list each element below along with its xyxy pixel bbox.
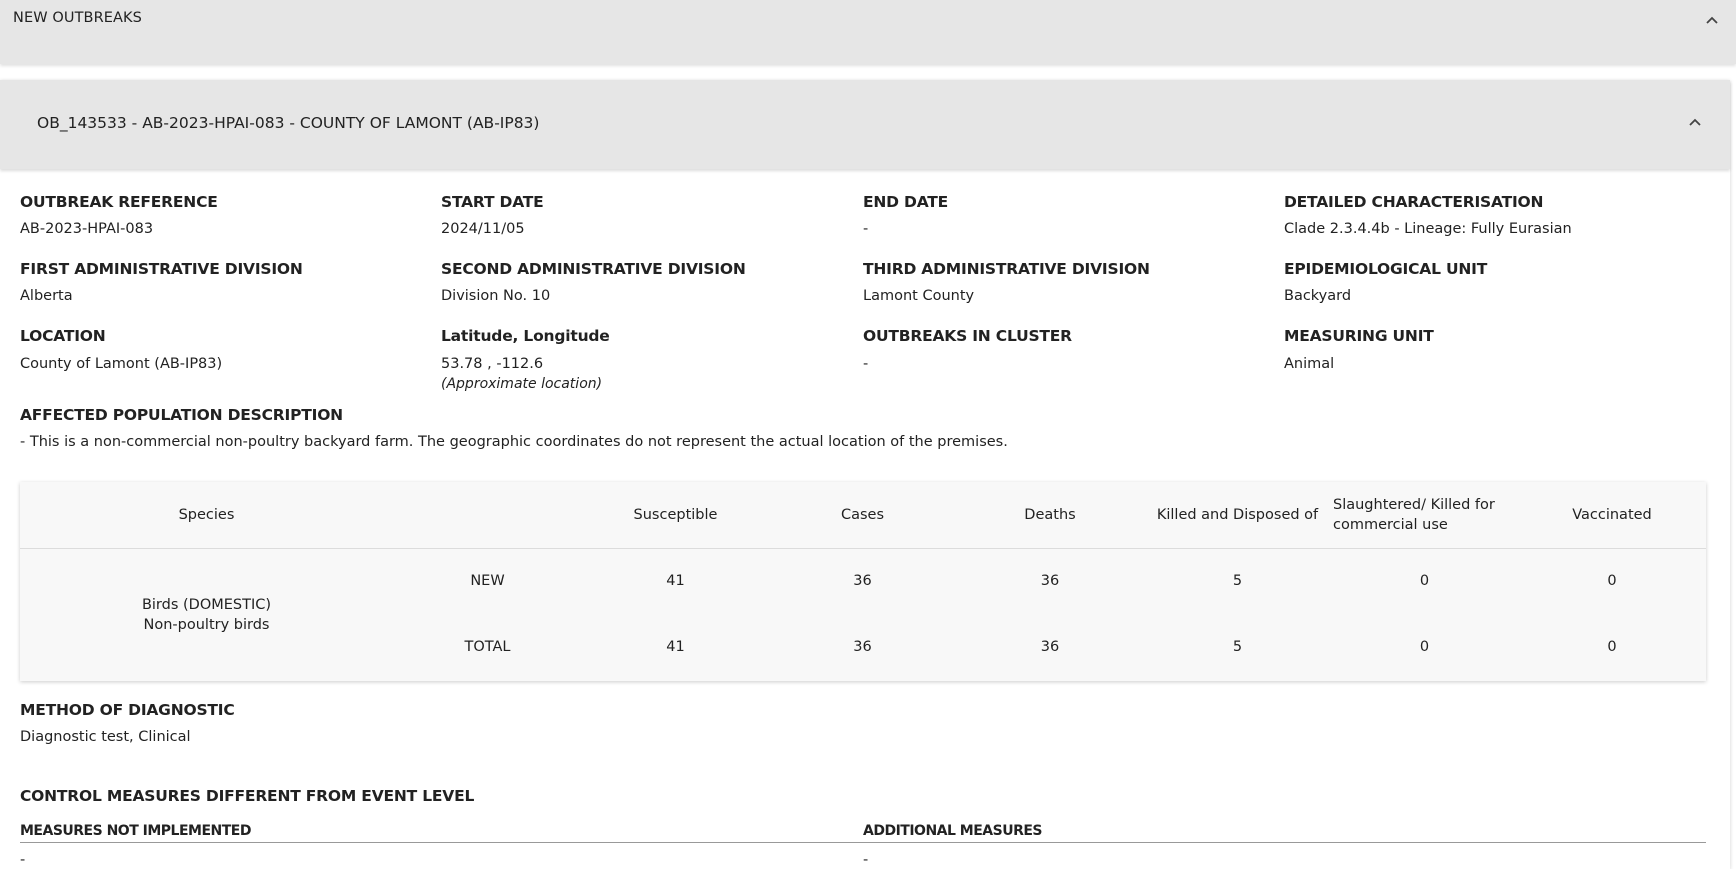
- th-killed: Killed and Disposed of: [1156, 507, 1319, 523]
- affected-population-value: - This is a non-commercial non-poultry b…: [20, 434, 1008, 450]
- end-date-label: END DATE: [863, 193, 949, 211]
- control-measures-divider: [20, 842, 1706, 843]
- epidemiological-unit-value: Backyard: [1284, 288, 1352, 304]
- third-admin-division-label: THIRD ADMINISTRATIVE DIVISION: [863, 260, 1150, 278]
- outbreaks-in-cluster-value: -: [863, 356, 869, 372]
- method-of-diagnostic-label: METHOD OF DIAGNOSTIC: [20, 701, 235, 719]
- first-admin-division-value: Alberta: [20, 288, 73, 304]
- chevron-up-icon[interactable]: [1684, 111, 1706, 133]
- cell-susceptible: 41: [666, 573, 685, 589]
- first-admin-division-label: FIRST ADMINISTRATIVE DIVISION: [20, 260, 303, 278]
- affected-population-label: AFFECTED POPULATION DESCRIPTION: [20, 406, 343, 424]
- cell-killed: 5: [1232, 639, 1243, 655]
- th-species: Species: [178, 507, 235, 523]
- start-date-value: 2024/11/05: [441, 221, 525, 237]
- cell-susceptible: 41: [666, 639, 685, 655]
- cell-slaughtered: 0: [1419, 639, 1430, 655]
- measuring-unit-label: MEASURING UNIT: [1284, 327, 1434, 345]
- start-date-label: START DATE: [441, 193, 544, 211]
- cell-slaughtered: 0: [1419, 573, 1430, 589]
- th-deaths: Deaths: [1024, 507, 1076, 523]
- outbreaks-in-cluster-label: OUTBREAKS IN CLUSTER: [863, 327, 1072, 345]
- approximate-location-note: (Approximate location): [441, 376, 603, 392]
- control-measures-label: CONTROL MEASURES DIFFERENT FROM EVENT LE…: [20, 787, 475, 805]
- th-slaughtered: Slaughtered/ Killed for commercial use: [1333, 497, 1495, 533]
- row-type: TOTAL: [464, 639, 511, 655]
- cell-deaths: 36: [1040, 573, 1060, 589]
- outbreak-reference-label: OUTBREAK REFERENCE: [20, 193, 218, 211]
- outbreak-panel-header[interactable]: OB_143533 - AB-2023-HPAI-083 - COUNTY OF…: [0, 80, 1730, 169]
- detailed-characterisation-value: Clade 2.3.4.4b - Lineage: Fully Eurasian: [1284, 221, 1572, 237]
- species-table: Species Susceptible Cases Deaths Killed …: [20, 482, 1706, 681]
- second-admin-division-value: Division No. 10: [441, 288, 551, 304]
- chevron-up-icon[interactable]: [1702, 10, 1722, 30]
- species-line-1: Birds (DOMESTIC): [141, 597, 272, 613]
- additional-measures-value: -: [863, 852, 869, 868]
- outbreak-reference-value: AB-2023-HPAI-083: [20, 221, 154, 237]
- new-outbreaks-header[interactable]: NEW OUTBREAKS: [0, 0, 1736, 64]
- end-date-value: -: [863, 221, 869, 237]
- lat-long-value: 53.78 , -112.6: [441, 356, 544, 372]
- species-cell: Birds (DOMESTIC) Non-poultry birds: [20, 595, 393, 635]
- lat-long-label: Latitude, Longitude: [441, 327, 610, 345]
- cell-killed: 5: [1232, 573, 1243, 589]
- table-header-divider: [20, 548, 1706, 549]
- cell-vaccinated: 0: [1607, 639, 1617, 655]
- cell-cases: 36: [853, 573, 872, 589]
- epidemiological-unit-label: EPIDEMIOLOGICAL UNIT: [1284, 260, 1488, 278]
- additional-measures-label: ADDITIONAL MEASURES: [863, 823, 1043, 839]
- outbreak-title: OB_143533 - AB-2023-HPAI-083 - COUNTY OF…: [37, 114, 540, 132]
- row-type: NEW: [470, 573, 505, 589]
- species-line-2: Non-poultry birds: [143, 617, 270, 633]
- measuring-unit-value: Animal: [1284, 356, 1335, 372]
- measures-not-implemented-label: MEASURES NOT IMPLEMENTED: [20, 823, 251, 839]
- cell-vaccinated: 0: [1607, 573, 1617, 589]
- th-cases: Cases: [840, 507, 885, 523]
- cell-cases: 36: [853, 639, 872, 655]
- location-value: County of Lamont (AB-IP83): [20, 356, 223, 372]
- th-susceptible: Susceptible: [633, 507, 718, 523]
- method-of-diagnostic-value: Diagnostic test, Clinical: [20, 729, 191, 745]
- second-admin-division-label: SECOND ADMINISTRATIVE DIVISION: [441, 260, 746, 278]
- measures-not-implemented-value: -: [20, 852, 26, 868]
- third-admin-division-value: Lamont County: [863, 288, 975, 304]
- location-label: LOCATION: [20, 327, 106, 345]
- th-vaccinated: Vaccinated: [1572, 507, 1652, 523]
- new-outbreaks-title: NEW OUTBREAKS: [13, 10, 142, 26]
- cell-deaths: 36: [1040, 639, 1060, 655]
- detailed-characterisation-label: DETAILED CHARACTERISATION: [1284, 193, 1544, 211]
